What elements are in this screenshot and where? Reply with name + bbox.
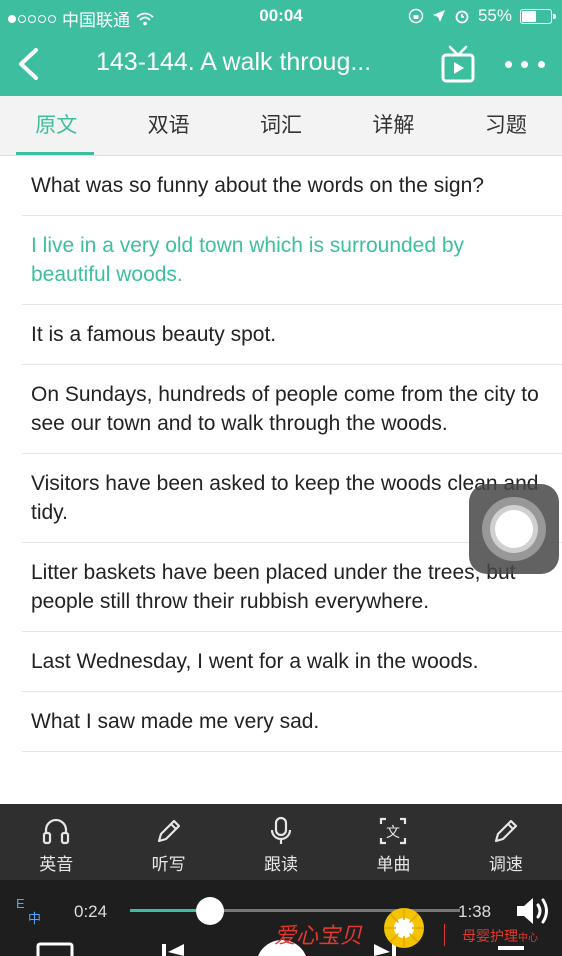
tab-vocabulary[interactable]: 词汇 [225, 96, 337, 155]
pencil-icon [494, 819, 517, 843]
battery-icon [520, 8, 556, 24]
read-along-button[interactable]: 跟读 [225, 804, 337, 880]
nav-bar: 143-144. A walk throug... [0, 32, 562, 96]
sentence-item[interactable]: What was so funny about the words on the… [22, 156, 562, 216]
sentence-item[interactable]: On Sundays, hundreds of people come from… [22, 365, 562, 454]
watermark: 爱心宝贝 母婴护理中心 [270, 902, 562, 954]
toolbar-label: 英音 [39, 855, 74, 874]
more-dot-icon [521, 60, 529, 68]
tab-bar: 原文 双语 词汇 详解 习题 [0, 96, 562, 156]
sentence-item-active[interactable]: I live in a very old town which is surro… [22, 216, 562, 305]
more-button[interactable] [500, 50, 550, 78]
language-toggle-bottom: 中 [28, 911, 42, 926]
video-button[interactable] [440, 44, 476, 84]
language-toggle-button[interactable]: E 中 [16, 896, 46, 926]
current-time: 0:24 [74, 902, 108, 921]
status-right: 55% [408, 6, 556, 26]
sunflower-logo-icon [384, 908, 424, 948]
sentence-item[interactable]: It is a famous beauty spot. [22, 305, 562, 365]
toolbar-label: 单曲 [376, 855, 411, 874]
pencil-icon [157, 819, 180, 843]
tv-icon [441, 45, 475, 83]
sentence-item[interactable]: What I saw made me very sad. [22, 692, 562, 752]
rotation-lock-icon [408, 8, 424, 24]
progress-thumb[interactable] [196, 897, 224, 925]
headphones-icon [43, 818, 70, 845]
alarm-icon [455, 10, 469, 24]
tab-original[interactable]: 原文 [0, 96, 112, 155]
svg-text:文: 文 [386, 825, 400, 841]
microphone-icon [270, 816, 292, 844]
more-dot-icon [504, 60, 512, 68]
previous-icon[interactable] [160, 938, 186, 956]
back-button[interactable] [8, 42, 48, 86]
tab-exercises[interactable]: 习题 [450, 96, 562, 155]
speed-button[interactable]: 调速 [450, 804, 562, 880]
toolbar-label: 听写 [151, 855, 186, 874]
tab-bilingual[interactable]: 双语 [112, 96, 224, 155]
watermark-text-left: 爱心宝贝 [274, 923, 363, 948]
repeat-icon[interactable] [36, 938, 76, 956]
more-dot-icon [538, 60, 546, 68]
document-icon: 文 [380, 817, 407, 845]
chevron-left-icon [19, 48, 38, 80]
watermark-text-right: 母婴护理中心 [462, 928, 538, 944]
tab-explanation[interactable]: 详解 [337, 96, 449, 155]
british-accent-button[interactable]: 英音 [0, 804, 112, 880]
battery-percent: 55% [477, 6, 512, 25]
toolbar-label: 跟读 [264, 855, 299, 874]
toolbar-label: 调速 [488, 855, 523, 874]
language-toggle-top: E [16, 896, 25, 911]
status-bar: 中国联通 00:04 55% [0, 0, 562, 32]
sentence-item[interactable]: Last Wednesday, I went for a walk in the… [22, 632, 562, 692]
assistive-touch-button[interactable] [469, 484, 559, 574]
page-title: 143-144. A walk throug... [96, 48, 372, 76]
sentence-list: What was so funny about the words on the… [0, 156, 562, 804]
dictation-button[interactable]: 听写 [112, 804, 224, 880]
location-icon [432, 10, 445, 22]
bottom-toolbar: 英音 听写 跟读 文 单曲 调速 [0, 804, 562, 880]
single-track-button[interactable]: 文 单曲 [337, 804, 449, 880]
